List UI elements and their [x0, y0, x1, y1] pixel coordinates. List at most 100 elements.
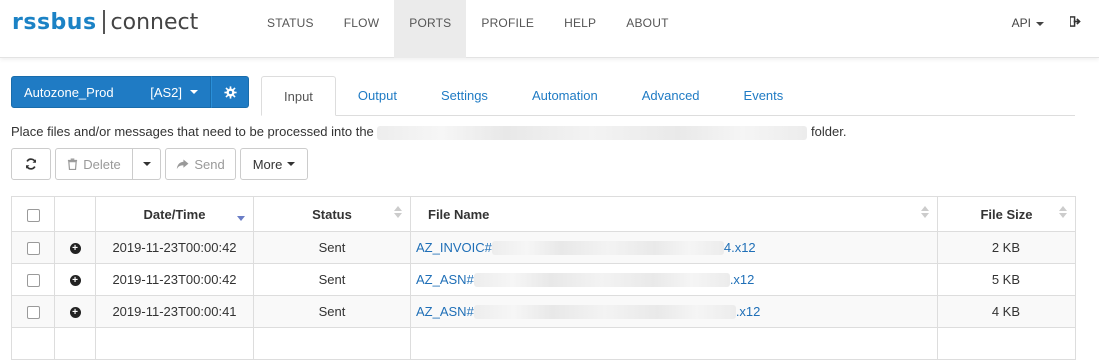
row-expand-cell: +: [54, 295, 96, 328]
redacted-path: [377, 125, 808, 140]
column-filesize-label: File Size: [980, 206, 1033, 222]
row-checkbox[interactable]: [26, 306, 40, 320]
api-label: API: [1011, 16, 1031, 30]
nav-ports[interactable]: PORTS: [394, 0, 467, 58]
file-suffix: 4.x12: [723, 239, 756, 255]
brand-logo[interactable]: rssbus connect: [12, 8, 198, 36]
brand-connect: connect: [110, 9, 199, 35]
row-select-cell: [11, 263, 55, 296]
row-datetime: 2019-11-23T00:00:41: [95, 295, 254, 328]
column-datetime-label: Date/Time: [143, 206, 206, 222]
refresh-button[interactable]: [11, 148, 51, 180]
table-row[interactable]: + 2019-11-23T00:00:42 Sent AZ_INVOIC# 4.x…: [11, 231, 1076, 264]
main-nav: STATUS FLOW PORTS PROFILE HELP ABOUT: [252, 0, 684, 58]
row-filesize: [937, 327, 1076, 360]
file-link[interactable]: AZ_INVOIC# 4.x12: [416, 239, 756, 256]
row-filename-cell: AZ_ASN# .x12: [410, 295, 938, 328]
delete-dropdown-toggle[interactable]: [133, 148, 161, 180]
port-dropdown-button[interactable]: Autozone_Prod [AS2]: [11, 76, 211, 108]
row-checkbox[interactable]: [26, 274, 40, 288]
files-table: Date/Time Status File Name File Size + 2…: [11, 196, 1076, 360]
input-folder-description: Place files and/or messages that need to…: [11, 124, 846, 140]
port-name: Autozone_Prod: [24, 84, 114, 100]
brand-rssbus: rssbus: [12, 9, 97, 35]
nav-flow[interactable]: FLOW: [329, 0, 394, 58]
api-menu[interactable]: API: [1012, 16, 1044, 30]
sort-icon: [1059, 206, 1067, 218]
sort-icon: [921, 206, 929, 218]
table-header: Date/Time Status File Name File Size: [11, 196, 1076, 232]
row-datetime: [95, 327, 254, 360]
plus-circle-icon[interactable]: +: [69, 275, 81, 287]
row-datetime: 2019-11-23T00:00:42: [95, 263, 254, 296]
row-checkbox[interactable]: [26, 242, 40, 256]
file-link[interactable]: AZ_ASN# .x12: [416, 303, 761, 320]
row-filename-cell: [410, 327, 938, 360]
column-filename[interactable]: File Name: [410, 196, 938, 232]
more-button[interactable]: More: [240, 148, 308, 180]
tab-input[interactable]: Input: [261, 76, 336, 116]
port-settings-button[interactable]: [211, 76, 249, 108]
row-datetime: 2019-11-23T00:00:42: [95, 231, 254, 264]
file-link[interactable]: AZ_ASN# .x12: [416, 271, 755, 288]
caret-down-icon: [190, 90, 198, 94]
column-status[interactable]: Status: [253, 196, 411, 232]
file-suffix: .x12: [729, 271, 755, 287]
row-status: [253, 327, 411, 360]
description-suffix: folder.: [811, 124, 847, 139]
plus-circle-icon[interactable]: +: [69, 307, 81, 319]
nav-about[interactable]: ABOUT: [611, 0, 683, 58]
column-filesize[interactable]: File Size: [937, 196, 1076, 232]
redacted-filename: [473, 273, 730, 288]
trash-icon: [68, 158, 78, 170]
brand-divider: [102, 10, 105, 34]
description-prefix: Place files and/or messages that need to…: [11, 124, 374, 139]
row-status: Sent: [253, 231, 411, 264]
expand-header: [54, 196, 96, 232]
tab-output[interactable]: Output: [336, 76, 419, 116]
port-selector: Autozone_Prod [AS2]: [11, 76, 249, 108]
row-filename-cell: AZ_ASN# .x12: [410, 263, 938, 296]
top-navbar: rssbus connect STATUS FLOW PORTS PROFILE…: [0, 0, 1099, 58]
column-datetime[interactable]: Date/Time: [95, 196, 254, 232]
caret-down-icon: [287, 162, 296, 166]
delete-button[interactable]: Delete: [55, 148, 133, 180]
sort-icon: [394, 206, 402, 218]
delete-group: Delete: [55, 148, 161, 180]
nav-right: API: [1012, 0, 1081, 46]
redacted-filename: [491, 241, 724, 256]
tab-settings[interactable]: Settings: [419, 76, 510, 116]
row-expand-cell: [54, 327, 96, 360]
nav-status[interactable]: STATUS: [252, 0, 329, 58]
table-row[interactable]: [11, 327, 1076, 360]
nav-profile[interactable]: PROFILE: [466, 0, 549, 58]
row-select-cell: [11, 295, 55, 328]
file-suffix: .x12: [735, 303, 761, 319]
select-all-cell: [11, 196, 55, 232]
select-all-checkbox[interactable]: [26, 208, 40, 222]
caret-down-icon: [1036, 21, 1044, 26]
nav-help[interactable]: HELP: [549, 0, 611, 58]
sign-out-icon[interactable]: [1069, 16, 1081, 30]
table-row[interactable]: + 2019-11-23T00:00:41 Sent AZ_ASN# .x12 4…: [11, 295, 1076, 328]
row-select-cell: [11, 231, 55, 264]
plus-circle-icon[interactable]: +: [69, 243, 81, 255]
tab-events[interactable]: Events: [722, 76, 806, 116]
sort-desc-icon: [237, 209, 245, 221]
row-status: Sent: [253, 263, 411, 296]
row-expand-cell: +: [54, 231, 96, 264]
gear-icon: [223, 85, 237, 99]
file-toolbar: Delete Send More: [11, 148, 308, 180]
row-expand-cell: +: [54, 263, 96, 296]
column-filename-label: File Name: [428, 206, 490, 222]
tab-advanced[interactable]: Advanced: [620, 76, 722, 116]
column-status-label: Status: [312, 206, 352, 222]
tab-automation[interactable]: Automation: [510, 76, 620, 116]
file-prefix: AZ_ASN#: [416, 271, 474, 287]
row-filesize: 4 KB: [937, 295, 1076, 328]
table-row[interactable]: + 2019-11-23T00:00:42 Sent AZ_ASN# .x12 5…: [11, 263, 1076, 296]
file-prefix: AZ_ASN#: [416, 303, 474, 319]
port-type: [AS2]: [150, 84, 182, 100]
send-label: Send: [194, 156, 225, 172]
send-button[interactable]: Send: [165, 148, 236, 180]
